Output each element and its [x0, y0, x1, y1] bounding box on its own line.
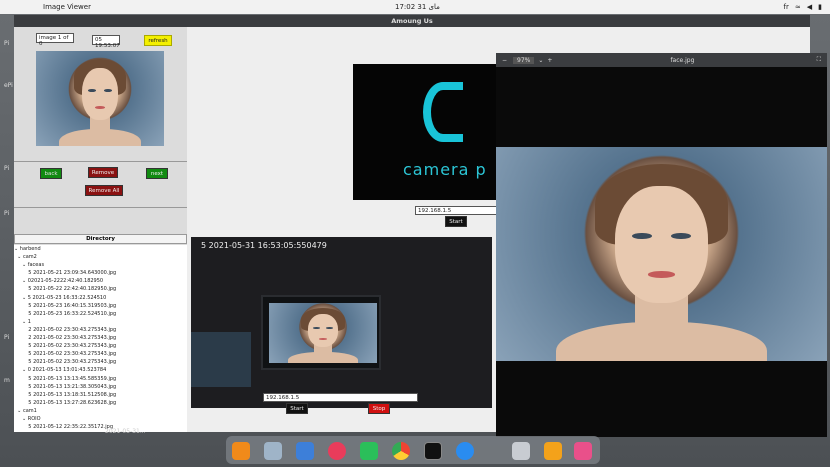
status-area: fr ≈ ◀ ▮ — [784, 3, 822, 11]
finder-icon[interactable] — [296, 442, 314, 460]
stream-face-image — [269, 303, 377, 363]
tree-row[interactable]: 5 2021-05-23 16:33:22.524510.jpg — [14, 310, 187, 318]
clock[interactable]: 17:02 31 مای — [395, 3, 440, 11]
next-button[interactable]: next — [146, 168, 168, 179]
tree-row[interactable]: ⌄ faceas — [14, 261, 187, 269]
tree-row[interactable]: 2 2021-05-02 23:30:43.275343.jpg — [14, 326, 187, 334]
app-name[interactable]: Image Viewer — [43, 3, 91, 11]
left-panel: image 1 of 0 05 19:53:07 refresh back Re… — [14, 27, 187, 432]
desktop-label: ePi — [4, 82, 13, 89]
tree-row[interactable]: ⌄ cam1 — [14, 407, 187, 415]
fullscreen-icon[interactable]: ⛶ — [817, 56, 821, 64]
tree-row[interactable]: 5 2021-05-12 22:35:22.35172.jpg — [14, 423, 187, 431]
desktop-ghost-text: 2021-05-31... — [105, 428, 146, 435]
preview-title: face.jpg — [670, 56, 695, 64]
tree-row[interactable]: 5 2021-05-13 13:18:31.512508.jpg — [14, 391, 187, 399]
camera-logo-icon — [423, 82, 463, 142]
tree-row[interactable]: 5 2021-05-13 13:21:38.305043.jpg — [14, 383, 187, 391]
stream-ip-input[interactable]: 192.168.1.5 — [263, 393, 418, 402]
chevron-down-icon[interactable]: ⌄ — [538, 57, 543, 64]
tree-row[interactable]: 2 2021-05-02 23:30:43.275343.jpg — [14, 334, 187, 342]
camera-logo-text: camera p — [403, 160, 487, 179]
tree-row[interactable]: ⌄ cam2 — [14, 253, 187, 261]
pycharm-icon[interactable] — [360, 442, 378, 460]
music-icon[interactable] — [328, 442, 346, 460]
tree-row[interactable]: 5 2021-05-21 23:09:34.643000.jpg — [14, 269, 187, 277]
volume-icon[interactable]: ◀ — [807, 3, 812, 11]
tree-row[interactable]: 5 2021-05-02 23:30:43.275343.jpg — [14, 342, 187, 350]
back-button[interactable]: back — [40, 168, 62, 179]
tree-row[interactable]: 5 2021-05-22 22:42:40.182950.jpg — [14, 285, 187, 293]
stream-stop-button[interactable]: Stop — [368, 403, 390, 414]
remove-all-button[interactable]: Remove All — [85, 185, 123, 196]
time-field[interactable]: 05 19:53:07 — [92, 35, 120, 49]
background-screen — [191, 332, 251, 387]
stream-start-button[interactable]: Start — [286, 403, 308, 414]
tree-row[interactable]: 5 2021-05-13 13:27:28.623628.jpg — [14, 399, 187, 407]
text-editor-icon[interactable] — [264, 442, 282, 460]
desktop-label: Pi — [4, 210, 10, 217]
zoom-out-icon[interactable]: − — [502, 57, 507, 64]
desktop: Image Viewer 17:02 31 مای fr ≈ ◀ ▮ Pi eP… — [0, 0, 830, 467]
chrome-icon[interactable] — [392, 442, 410, 460]
directory-header: Directory — [14, 234, 187, 244]
app-store-icon[interactable] — [456, 442, 474, 460]
stream-overlay-text: 5 2021-05-31 16:53:05:550479 — [201, 241, 327, 250]
desktop-label: m — [4, 377, 10, 384]
divider — [14, 161, 187, 162]
battery-icon[interactable]: ▮ — [818, 3, 822, 11]
preview-toolbar: − 97% ⌄ + face.jpg ⛶ — [496, 53, 827, 67]
top-menu-bar: Image Viewer 17:02 31 مای fr ≈ ◀ ▮ — [0, 0, 830, 14]
language-indicator[interactable]: fr — [784, 3, 789, 11]
camera-feed-2[interactable]: 5 2021-05-31 16:53:05:550479 — [191, 237, 492, 408]
tree-row[interactable]: 5 2021-05-23 16:40:15.319503.jpg — [14, 302, 187, 310]
preview-face-image[interactable] — [496, 147, 827, 361]
image-viewer-icon[interactable] — [512, 442, 530, 460]
image-preview-window: − 97% ⌄ + face.jpg ⛶ — [496, 53, 827, 437]
firefox-icon[interactable] — [232, 442, 250, 460]
tree-row[interactable]: ⌄ 0 2021-05-13 13:01:43.523784 — [14, 366, 187, 374]
tree-row[interactable]: 5 2021-05-02 23:30:43.275343.jpg — [14, 358, 187, 366]
zoom-level[interactable]: 97% — [513, 56, 535, 64]
preview-image[interactable] — [36, 51, 164, 146]
laptop-screen — [261, 295, 381, 370]
launcher-icon[interactable] — [574, 442, 592, 460]
notes-icon[interactable] — [544, 442, 562, 460]
camera-feed-1[interactable]: camera p — [353, 64, 513, 200]
tree-row[interactable]: 5 2021-05-02 23:30:43.275343.jpg — [14, 350, 187, 358]
camera-ip-input[interactable]: 192.168.1.5 — [415, 206, 497, 215]
desktop-label: Pi — [4, 334, 10, 341]
dock — [226, 436, 600, 464]
image-counter: image 1 of 0 — [36, 33, 74, 47]
tree-row[interactable]: ⌄ 1 — [14, 318, 187, 326]
tree-row[interactable]: ⌄ harbend — [14, 245, 187, 253]
tree-row[interactable]: ⌄ ROIO — [14, 415, 187, 423]
window-title[interactable]: Amoung Us — [14, 15, 810, 27]
refresh-button[interactable]: refresh — [144, 35, 172, 46]
terminal-icon[interactable] — [424, 442, 442, 460]
desktop-label: Pi — [4, 165, 10, 172]
tree-row[interactable]: 5 2021-05-13 13:13:45.585359.jpg — [14, 375, 187, 383]
camera-start-button[interactable]: Start — [445, 216, 467, 227]
directory-tree[interactable]: ⌄ harbend ⌄ cam2 ⌄ faceas 5 2021-05-21 2… — [14, 245, 187, 432]
divider — [14, 207, 187, 208]
tree-row[interactable]: ⌄ 02021-05-2222:42:40.182950 — [14, 277, 187, 285]
zoom-in-icon[interactable]: + — [547, 57, 552, 64]
desktop-label: Pi — [4, 40, 10, 47]
tree-row[interactable]: ⌄ 5 2021-05-23 16:33:22.524510 — [14, 294, 187, 302]
wifi-icon[interactable]: ≈ — [795, 3, 801, 11]
remove-button[interactable]: Remove — [88, 167, 118, 178]
